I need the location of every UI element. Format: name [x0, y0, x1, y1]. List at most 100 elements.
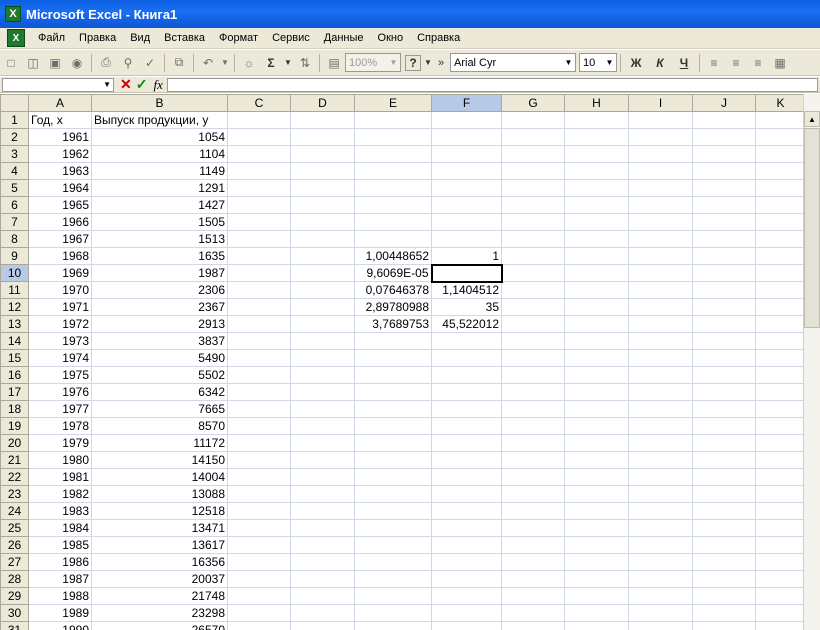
cell-f22[interactable]	[431, 468, 502, 486]
cell-a26[interactable]: 1985	[28, 536, 92, 554]
cell-f17[interactable]	[431, 383, 502, 401]
scroll-up-icon[interactable]: ▲	[804, 111, 820, 127]
cell-f3[interactable]	[431, 145, 502, 163]
align-center-icon[interactable]: ≡	[726, 53, 746, 73]
cell-a3[interactable]: 1962	[28, 145, 92, 163]
cell-i23[interactable]	[628, 485, 693, 503]
cell-c11[interactable]	[227, 281, 291, 299]
cell-a18[interactable]: 1977	[28, 400, 92, 418]
column-header-a[interactable]: A	[28, 94, 92, 112]
workbook-icon[interactable]: X	[7, 29, 25, 47]
cell-i5[interactable]	[628, 179, 693, 197]
align-left-icon[interactable]: ≡	[704, 53, 724, 73]
cell-j16[interactable]	[692, 366, 756, 384]
cell-h23[interactable]	[564, 485, 629, 503]
cell-c15[interactable]	[227, 349, 291, 367]
cell-a24[interactable]: 1983	[28, 502, 92, 520]
cell-d20[interactable]	[290, 434, 355, 452]
cell-a6[interactable]: 1965	[28, 196, 92, 214]
cell-j12[interactable]	[692, 298, 756, 316]
cell-h18[interactable]	[564, 400, 629, 418]
cell-k30[interactable]	[755, 604, 806, 622]
cell-i20[interactable]	[628, 434, 693, 452]
cell-j22[interactable]	[692, 468, 756, 486]
cell-c21[interactable]	[227, 451, 291, 469]
cell-f19[interactable]	[431, 417, 502, 435]
cell-b5[interactable]: 1291	[91, 179, 228, 197]
cell-g3[interactable]	[501, 145, 565, 163]
cell-g1[interactable]	[501, 111, 565, 129]
cell-d4[interactable]	[290, 162, 355, 180]
cell-g20[interactable]	[501, 434, 565, 452]
cell-c22[interactable]	[227, 468, 291, 486]
cell-b18[interactable]: 7665	[91, 400, 228, 418]
column-header-g[interactable]: G	[501, 94, 565, 112]
cell-h27[interactable]	[564, 553, 629, 571]
cell-g5[interactable]	[501, 179, 565, 197]
cell-b1[interactable]: Выпуск продукции, y	[91, 111, 228, 129]
cell-j15[interactable]	[692, 349, 756, 367]
cell-g7[interactable]	[501, 213, 565, 231]
cell-k22[interactable]	[755, 468, 806, 486]
cell-e29[interactable]	[354, 587, 432, 605]
cell-f14[interactable]	[431, 332, 502, 350]
row-header[interactable]: 13	[0, 315, 29, 333]
column-header-i[interactable]: I	[628, 94, 693, 112]
cell-a25[interactable]: 1984	[28, 519, 92, 537]
cell-h24[interactable]	[564, 502, 629, 520]
cell-i14[interactable]	[628, 332, 693, 350]
cell-k5[interactable]	[755, 179, 806, 197]
cell-g6[interactable]	[501, 196, 565, 214]
cell-f29[interactable]	[431, 587, 502, 605]
cell-b12[interactable]: 2367	[91, 298, 228, 316]
hyperlink-icon[interactable]: ☼	[239, 53, 259, 73]
zoom-combo[interactable]: 100% ▼	[345, 53, 401, 72]
cell-e23[interactable]	[354, 485, 432, 503]
cell-b21[interactable]: 14150	[91, 451, 228, 469]
cell-e20[interactable]	[354, 434, 432, 452]
cell-i25[interactable]	[628, 519, 693, 537]
toolbar-overflow-icon[interactable]: »	[435, 53, 447, 73]
cell-g16[interactable]	[501, 366, 565, 384]
cell-i9[interactable]	[628, 247, 693, 265]
cell-e4[interactable]	[354, 162, 432, 180]
cell-g14[interactable]	[501, 332, 565, 350]
cell-d18[interactable]	[290, 400, 355, 418]
cell-k12[interactable]	[755, 298, 806, 316]
cell-c1[interactable]	[227, 111, 291, 129]
cell-f15[interactable]	[431, 349, 502, 367]
cell-j2[interactable]	[692, 128, 756, 146]
cell-j17[interactable]	[692, 383, 756, 401]
cell-f30[interactable]	[431, 604, 502, 622]
cell-h14[interactable]	[564, 332, 629, 350]
row-header[interactable]: 22	[0, 468, 29, 486]
cell-j25[interactable]	[692, 519, 756, 537]
row-header[interactable]: 31	[0, 621, 29, 630]
menu-data[interactable]: Данные	[317, 32, 371, 44]
cell-b15[interactable]: 5490	[91, 349, 228, 367]
cell-a31[interactable]: 1990	[28, 621, 92, 630]
row-header[interactable]: 2	[0, 128, 29, 146]
cell-i17[interactable]	[628, 383, 693, 401]
cell-a10[interactable]: 1969	[28, 264, 92, 282]
cell-f31[interactable]	[431, 621, 502, 630]
cell-i1[interactable]	[628, 111, 693, 129]
cell-d6[interactable]	[290, 196, 355, 214]
cell-c16[interactable]	[227, 366, 291, 384]
cell-k11[interactable]	[755, 281, 806, 299]
cell-g8[interactable]	[501, 230, 565, 248]
cell-c9[interactable]	[227, 247, 291, 265]
help-icon[interactable]: ?	[405, 54, 421, 71]
cell-i27[interactable]	[628, 553, 693, 571]
cell-g24[interactable]	[501, 502, 565, 520]
column-header-d[interactable]: D	[290, 94, 355, 112]
cell-k1[interactable]	[755, 111, 806, 129]
cell-k14[interactable]	[755, 332, 806, 350]
cell-k13[interactable]	[755, 315, 806, 333]
row-header[interactable]: 27	[0, 553, 29, 571]
cell-c14[interactable]	[227, 332, 291, 350]
cell-k15[interactable]	[755, 349, 806, 367]
copy-icon[interactable]: ⧉	[169, 53, 189, 73]
cell-a19[interactable]: 1978	[28, 417, 92, 435]
cell-g29[interactable]	[501, 587, 565, 605]
